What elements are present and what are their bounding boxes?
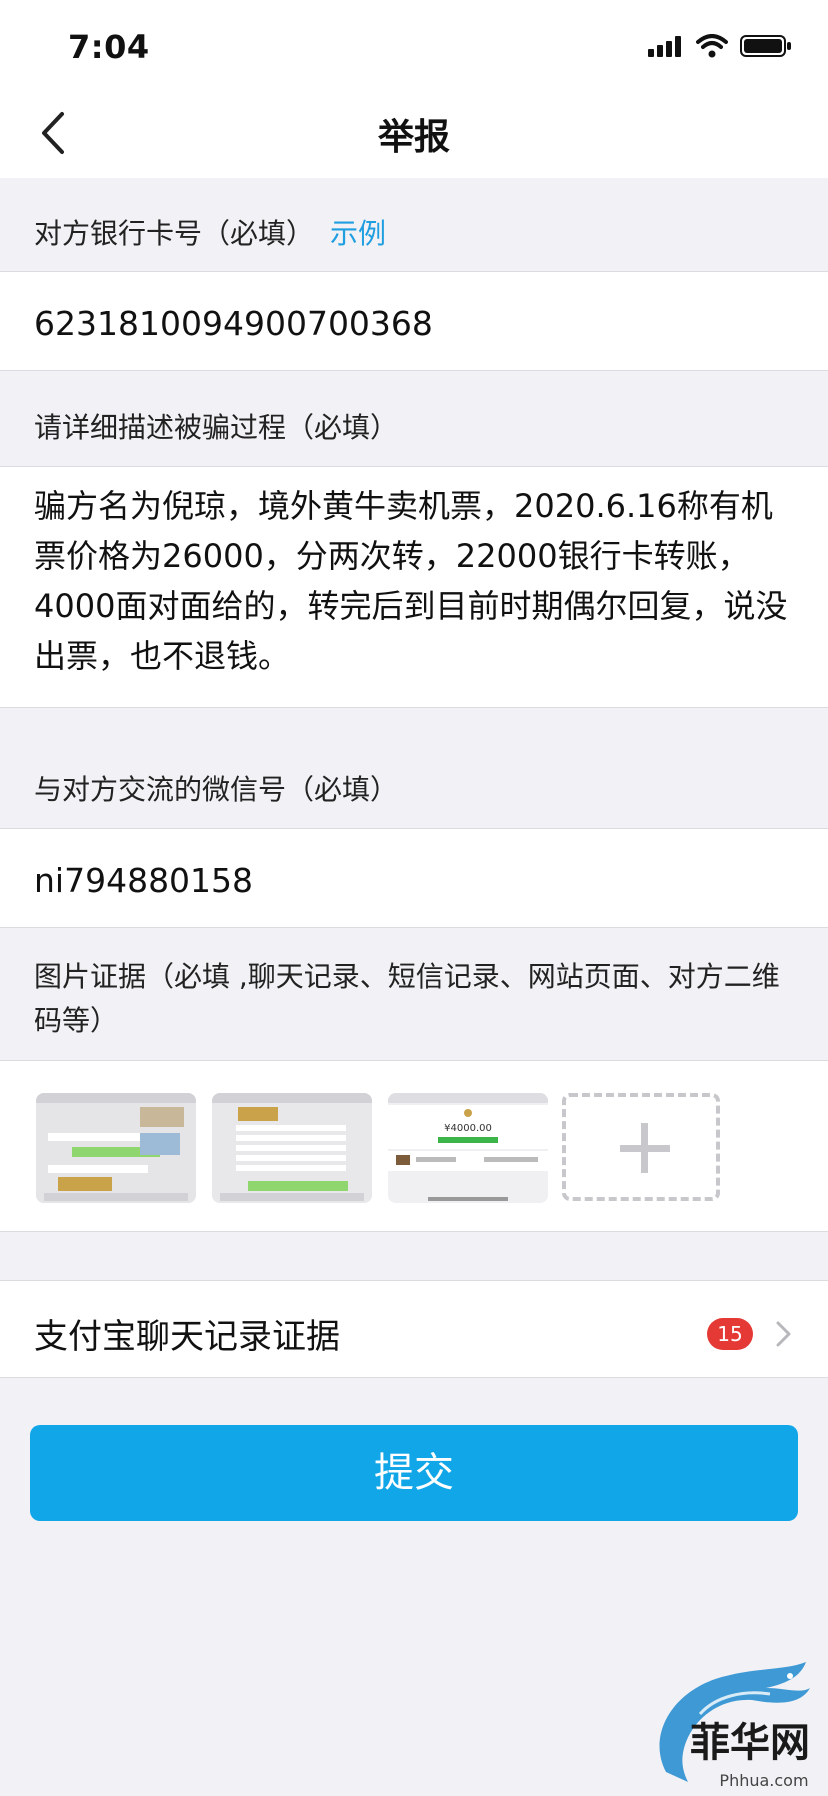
example-link[interactable]: 示例 [330,217,386,250]
bank-card-label-text: 对方银行卡号（必填） [34,217,315,250]
status-bar: 7:04 [0,0,828,88]
signal-icon [648,36,681,57]
watermark-logo: 菲华网 Phhua.com [640,1654,828,1792]
evidence-thumbnail-1[interactable] [36,1093,196,1203]
count-badge: 15 [707,1318,753,1350]
status-time: 7:04 [68,28,150,66]
chat-screenshot-icon [36,1093,196,1203]
thumb3-amount: ¥4000.00 [444,1123,492,1134]
bank-card-field[interactable]: 6231810094900700368 [0,271,828,371]
status-icons [648,34,792,58]
bank-card-value[interactable]: 6231810094900700368 [34,304,433,343]
evidence-label: 图片证据（必填 ,聊天记录、短信记录、网站页面、对方二维码等） [34,960,780,1037]
watermark-text: 菲华网 [690,1719,810,1766]
wechat-value[interactable]: ni794880158 [34,861,253,900]
chat-screenshot-icon [212,1093,372,1203]
alipay-evidence-label: 支付宝聊天记录证据 [34,1317,340,1357]
alipay-evidence-row[interactable]: 支付宝聊天记录证据 [0,1280,828,1378]
payment-screenshot-icon: ¥4000.00 [388,1093,548,1203]
nav-bar: 举报 [0,88,828,178]
watermark-domain: Phhua.com [719,1771,808,1790]
wechat-label: 与对方交流的微信号（必填） [34,773,399,806]
wifi-icon [696,34,728,58]
plus-icon-vertical [641,1123,648,1173]
dragon-logo-icon: 菲华网 Phhua.com [659,1662,810,1790]
page-title: 举报 [377,117,450,158]
evidence-thumbnail-2[interactable] [212,1093,372,1203]
wechat-field[interactable]: ni794880158 [0,828,828,928]
submit-button[interactable]: 提交 [30,1425,798,1521]
description-value[interactable]: 骗方名为倪琼，境外黄牛卖机票，2020.6.16称有机票价格为26000，分两次… [34,481,794,681]
chevron-right-icon [776,1321,791,1347]
description-field[interactable]: 骗方名为倪琼，境外黄牛卖机票，2020.6.16称有机票价格为26000，分两次… [0,466,828,708]
description-label: 请详细描述被骗过程（必填） [34,411,399,444]
add-image-button[interactable] [562,1093,720,1201]
battery-icon [740,35,791,57]
bank-card-label: 对方银行卡号（必填） 示例 [34,212,386,252]
evidence-thumbnail-3[interactable]: ¥4000.00 [388,1093,548,1203]
